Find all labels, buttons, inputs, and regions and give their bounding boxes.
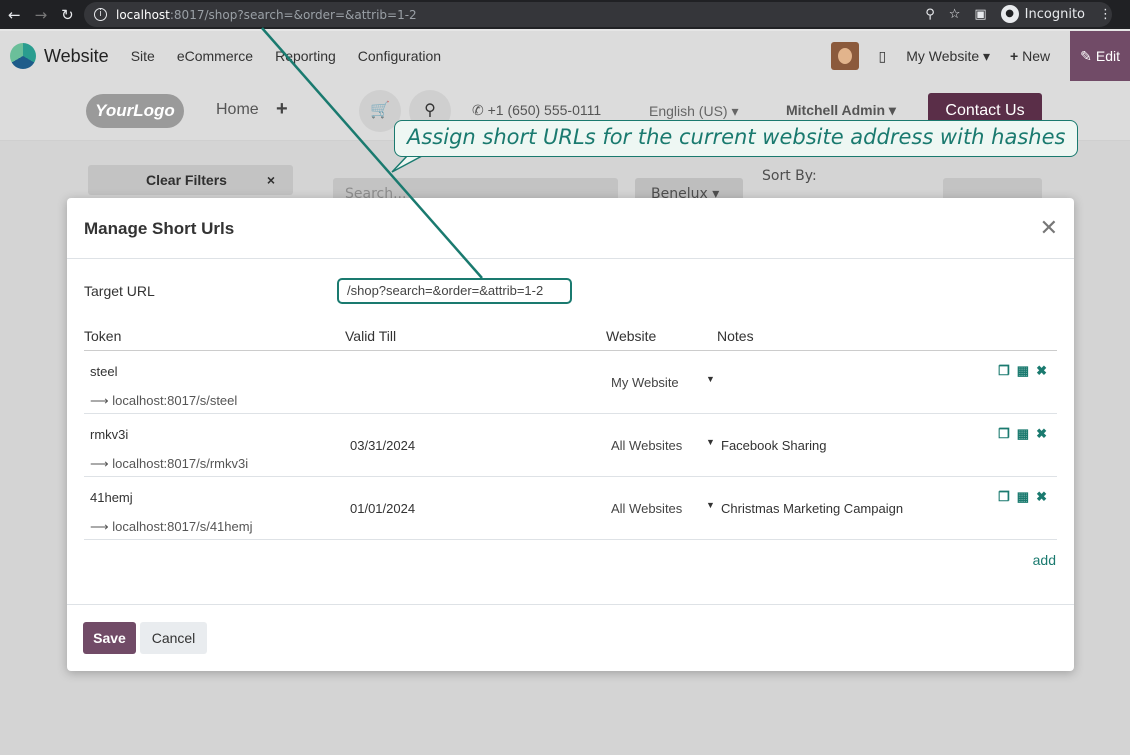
- back-arrow-icon[interactable]: ←: [8, 6, 21, 24]
- caret-down-icon[interactable]: ▼: [706, 500, 715, 510]
- delete-icon[interactable]: ✖: [1036, 363, 1047, 379]
- caret-down-icon[interactable]: ▼: [706, 437, 715, 447]
- incognito-icon: ●: [1000, 5, 1019, 23]
- zoom-icon[interactable]: ⚲: [925, 7, 935, 22]
- token-cell[interactable]: 41hemj: [90, 490, 133, 505]
- delete-icon[interactable]: ✖: [1036, 426, 1047, 442]
- add-menu-icon[interactable]: +: [276, 98, 288, 121]
- forward-arrow-icon[interactable]: →: [35, 6, 48, 24]
- row-actions: ❐ ▦ ✖: [998, 489, 1047, 505]
- website-app-icon[interactable]: [10, 43, 36, 69]
- short-urls-dialog: Manage Short Urls ✕ Target URL /shop?sea…: [67, 198, 1074, 671]
- copy-icon[interactable]: ❐: [998, 426, 1010, 442]
- row-actions: ❐ ▦ ✖: [998, 363, 1047, 379]
- caret-down-icon[interactable]: ▼: [706, 374, 715, 384]
- menu-configuration[interactable]: Configuration: [358, 48, 441, 64]
- site-logo[interactable]: YourLogo: [86, 94, 184, 128]
- pencil-icon: ✎: [1080, 47, 1092, 64]
- website-select[interactable]: All Websites: [611, 438, 682, 453]
- short-url-link[interactable]: ⟶ localhost:8017/s/41hemj: [90, 519, 252, 535]
- copy-icon[interactable]: ❐: [998, 489, 1010, 505]
- target-url-value[interactable]: /shop?search=&order=&attrib=1-2: [337, 278, 572, 304]
- close-icon[interactable]: ✕: [1040, 217, 1058, 239]
- token-cell[interactable]: steel: [90, 364, 117, 379]
- reload-icon[interactable]: ↻: [61, 6, 74, 24]
- short-url-link[interactable]: ⟶ localhost:8017/s/steel: [90, 393, 237, 409]
- short-url-link[interactable]: ⟶ localhost:8017/s/rmkv3i: [90, 456, 248, 472]
- qr-code-icon[interactable]: ▦: [1017, 363, 1029, 379]
- incognito-label: Incognito: [1024, 6, 1085, 22]
- edit-button[interactable]: ✎ Edit: [1070, 31, 1130, 81]
- website-select[interactable]: My Website: [611, 375, 679, 390]
- column-website: Website: [606, 328, 657, 344]
- delete-icon[interactable]: ✖: [1036, 489, 1047, 505]
- website-select[interactable]: All Websites: [611, 501, 682, 516]
- valid-till-cell[interactable]: 03/31/2024: [350, 438, 415, 453]
- language-selector[interactable]: English (US) ▾: [649, 103, 739, 120]
- add-row-link[interactable]: add: [1033, 552, 1056, 568]
- table-row: 41hemj ⟶ localhost:8017/s/41hemj 01/01/2…: [84, 477, 1057, 540]
- website-switcher[interactable]: My Website ▾: [906, 48, 990, 65]
- row-actions: ❐ ▦ ✖: [998, 426, 1047, 442]
- column-valid-till: Valid Till: [345, 328, 397, 344]
- table-row: rmkv3i ⟶ localhost:8017/s/rmkv3i 03/31/2…: [84, 414, 1057, 477]
- menu-reporting[interactable]: Reporting: [275, 48, 336, 64]
- save-button[interactable]: Save: [83, 622, 136, 654]
- incognito-indicator[interactable]: ● Incognito: [1000, 5, 1085, 23]
- sidebar-icon[interactable]: ▣: [974, 7, 986, 22]
- url-host: localhost: [116, 7, 170, 22]
- copy-icon[interactable]: ❐: [998, 363, 1010, 379]
- target-url-label: Target URL: [84, 283, 155, 299]
- header-divider: [67, 258, 1074, 259]
- odoo-menu: Site eCommerce Reporting Configuration: [131, 48, 441, 64]
- menu-site[interactable]: Site: [131, 48, 155, 64]
- browser-actions: ⚲ ☆ ▣ ● Incognito ⋮: [925, 5, 1112, 23]
- browser-nav: ← → ↻: [0, 6, 74, 24]
- table-row: steel ⟶ localhost:8017/s/steel My Websit…: [84, 351, 1057, 414]
- notes-cell[interactable]: Facebook Sharing: [721, 438, 827, 453]
- qr-code-icon[interactable]: ▦: [1017, 426, 1029, 442]
- notes-cell[interactable]: Christmas Marketing Campaign: [721, 501, 903, 516]
- valid-till-cell[interactable]: 01/01/2024: [350, 501, 415, 516]
- footer-divider: [67, 604, 1074, 605]
- column-notes: Notes: [717, 328, 754, 344]
- phone-number[interactable]: ✆ +1 (650) 555-0111: [472, 102, 601, 119]
- app-name[interactable]: Website: [44, 46, 109, 67]
- qr-code-icon[interactable]: ▦: [1017, 489, 1029, 505]
- odoo-navbar: Website Site eCommerce Reporting Configu…: [0, 31, 1130, 81]
- user-avatar[interactable]: [830, 42, 859, 70]
- cancel-button[interactable]: Cancel: [140, 622, 207, 654]
- annotation-callout: Assign short URLs for the current websit…: [394, 120, 1078, 157]
- url-path: :8017/shop?search=&order=&attrib=1-2: [169, 7, 417, 22]
- star-icon[interactable]: ☆: [949, 7, 961, 22]
- column-token: Token: [84, 328, 122, 344]
- site-home-link[interactable]: Home: [216, 101, 259, 119]
- info-icon[interactable]: i: [94, 8, 107, 21]
- odoo-right-actions: ▯ My Website ▾ + New ✎ Edit: [830, 31, 1130, 81]
- token-cell[interactable]: rmkv3i: [90, 427, 128, 442]
- menu-ecommerce[interactable]: eCommerce: [177, 48, 253, 64]
- user-menu[interactable]: Mitchell Admin ▾: [786, 102, 896, 119]
- new-button[interactable]: + New: [1010, 48, 1050, 64]
- mobile-preview-icon[interactable]: ▯: [879, 48, 887, 65]
- menu-kebab-icon[interactable]: ⋮: [1099, 7, 1112, 22]
- dialog-title: Manage Short Urls: [84, 219, 235, 238]
- browser-chrome: ← → ↻ i localhost :8017/shop?search=&ord…: [0, 0, 1130, 29]
